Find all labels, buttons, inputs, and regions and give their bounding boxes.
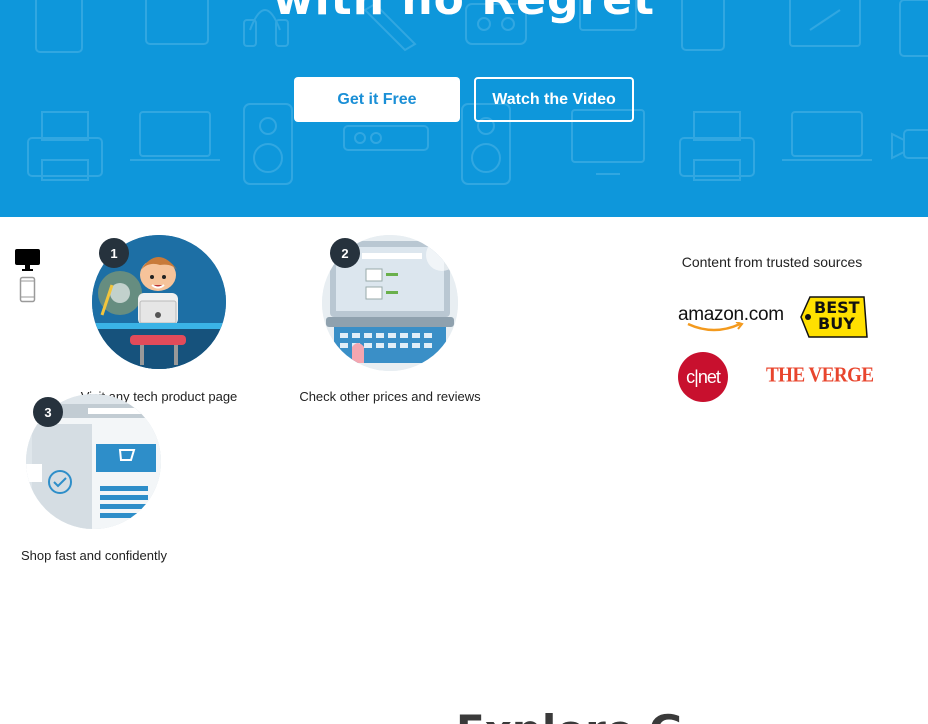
watch-video-button[interactable]: Watch the Video: [474, 77, 634, 122]
device-pattern-background: [27, 0, 928, 185]
amazon-logo: amazon.com: [678, 304, 784, 332]
cnet-logo: c|net: [678, 352, 728, 402]
step-2-caption: Check other prices and reviews: [299, 389, 481, 404]
step-3-caption: Shop fast and confidently: [21, 548, 167, 563]
amazon-smile-icon: [687, 322, 744, 332]
next-section-title: Explore G: [456, 706, 683, 724]
get-it-free-button[interactable]: Get it Free: [294, 77, 460, 122]
best-buy-logo: BEST BUY: [800, 295, 868, 341]
step-2-badge: 2: [330, 238, 360, 268]
the-verge-logo: THE VERGE: [766, 363, 874, 387]
mobile-phone-icon[interactable]: [19, 276, 36, 303]
page: with no Regret Get it Free Watch the Vid…: [0, 0, 928, 724]
step-1-badge: 1: [99, 238, 129, 268]
desktop-icon[interactable]: [14, 248, 41, 272]
trusted-sources-title: Content from trusted sources: [681, 254, 863, 270]
step-3-badge: 3: [33, 397, 63, 427]
cnet-logo-text: c|net: [686, 366, 721, 387]
hero-banner: with no Regret Get it Free Watch the Vid…: [0, 0, 928, 217]
hero-title: with no Regret: [0, 0, 928, 26]
best-buy-line2: BUY: [818, 314, 855, 333]
